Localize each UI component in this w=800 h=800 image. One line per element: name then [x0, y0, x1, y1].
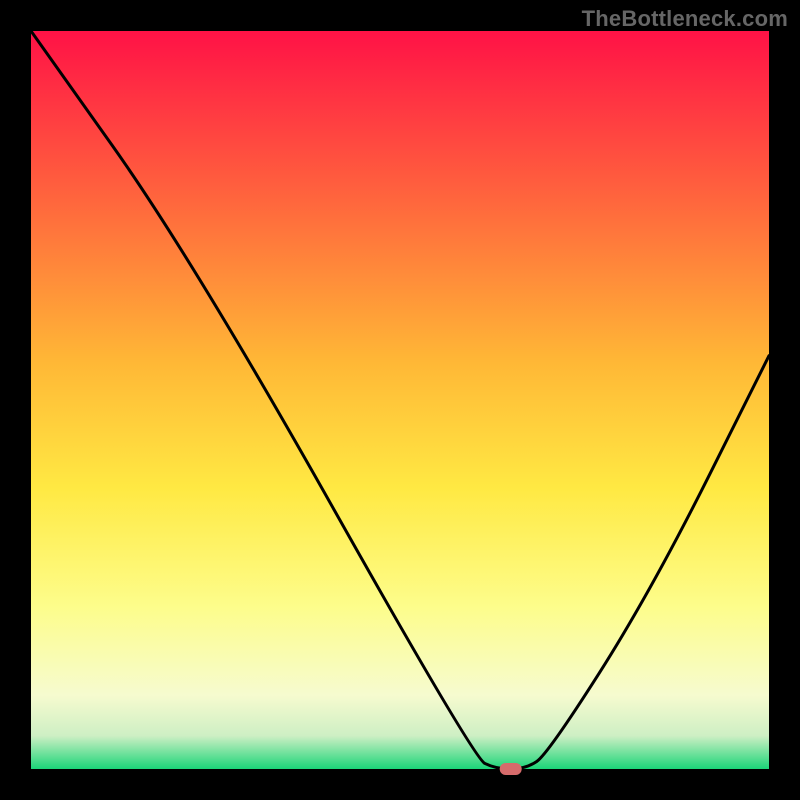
chart-plot-bg [31, 31, 769, 769]
watermark-text: TheBottleneck.com [582, 6, 788, 32]
bottleneck-chart: TheBottleneck.com [0, 0, 800, 800]
optimal-marker [500, 763, 522, 775]
chart-svg [0, 0, 800, 800]
